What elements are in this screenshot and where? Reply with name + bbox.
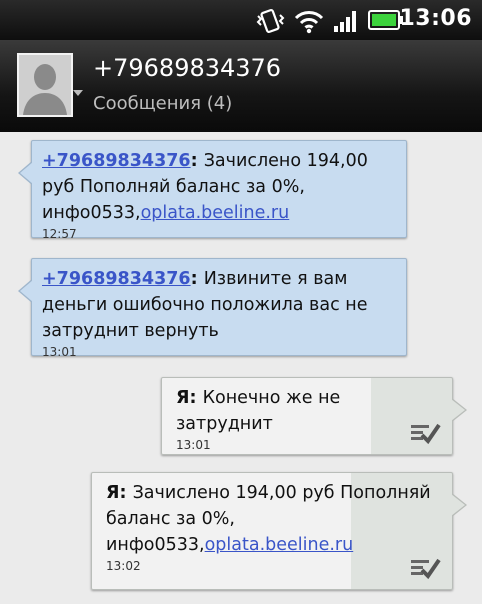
vibrate-icon [256, 9, 285, 33]
sender-link[interactable]: +79689834376 [42, 269, 191, 289]
signal-icon [334, 11, 356, 32]
conversation-header: +79689834376 Сообщения (4) [0, 40, 482, 132]
sender-label: Я [176, 388, 190, 408]
person-silhouette-icon [19, 55, 71, 115]
sender-separator: : [189, 388, 203, 408]
message-bubble[interactable]: +79689834376: Извините я вам деньги ошиб… [18, 258, 407, 359]
status-bar: 13:06 [0, 0, 482, 40]
message-link[interactable]: oplata.beeline.ru [205, 535, 354, 555]
contact-number: +79689834376 [93, 54, 282, 82]
sender-separator: : [190, 151, 204, 171]
clock: 13:06 [399, 6, 472, 31]
avatar[interactable] [17, 53, 73, 117]
message-time: 12:57 [42, 227, 77, 241]
message-time: 13:01 [42, 345, 77, 359]
sender-link[interactable]: +79689834376 [42, 151, 191, 171]
quick-contact-caret-icon [73, 90, 83, 96]
message-time: 13:02 [106, 559, 141, 573]
message-bubble[interactable]: +79689834376: Зачислено 194,00 руб Попол… [18, 140, 407, 241]
sender-label: Я [106, 483, 120, 503]
message-count: Сообщения (4) [93, 93, 233, 114]
sender-separator: : [119, 483, 133, 503]
delivered-check-icon [411, 558, 441, 580]
delivered-check-icon [411, 423, 441, 445]
message-bubble[interactable]: Я: Зачислено 194,00 руб Пополняй баланс … [91, 472, 467, 590]
message-bubble[interactable]: Я: Конечно же не затруднит 13:01 [161, 377, 467, 455]
sender-separator: : [190, 269, 204, 289]
message-list[interactable]: +79689834376: Зачислено 194,00 руб Попол… [0, 132, 482, 604]
message-link[interactable]: oplata.beeline.ru [141, 203, 290, 223]
message-time: 13:01 [176, 438, 211, 452]
wifi-icon [294, 11, 324, 34]
